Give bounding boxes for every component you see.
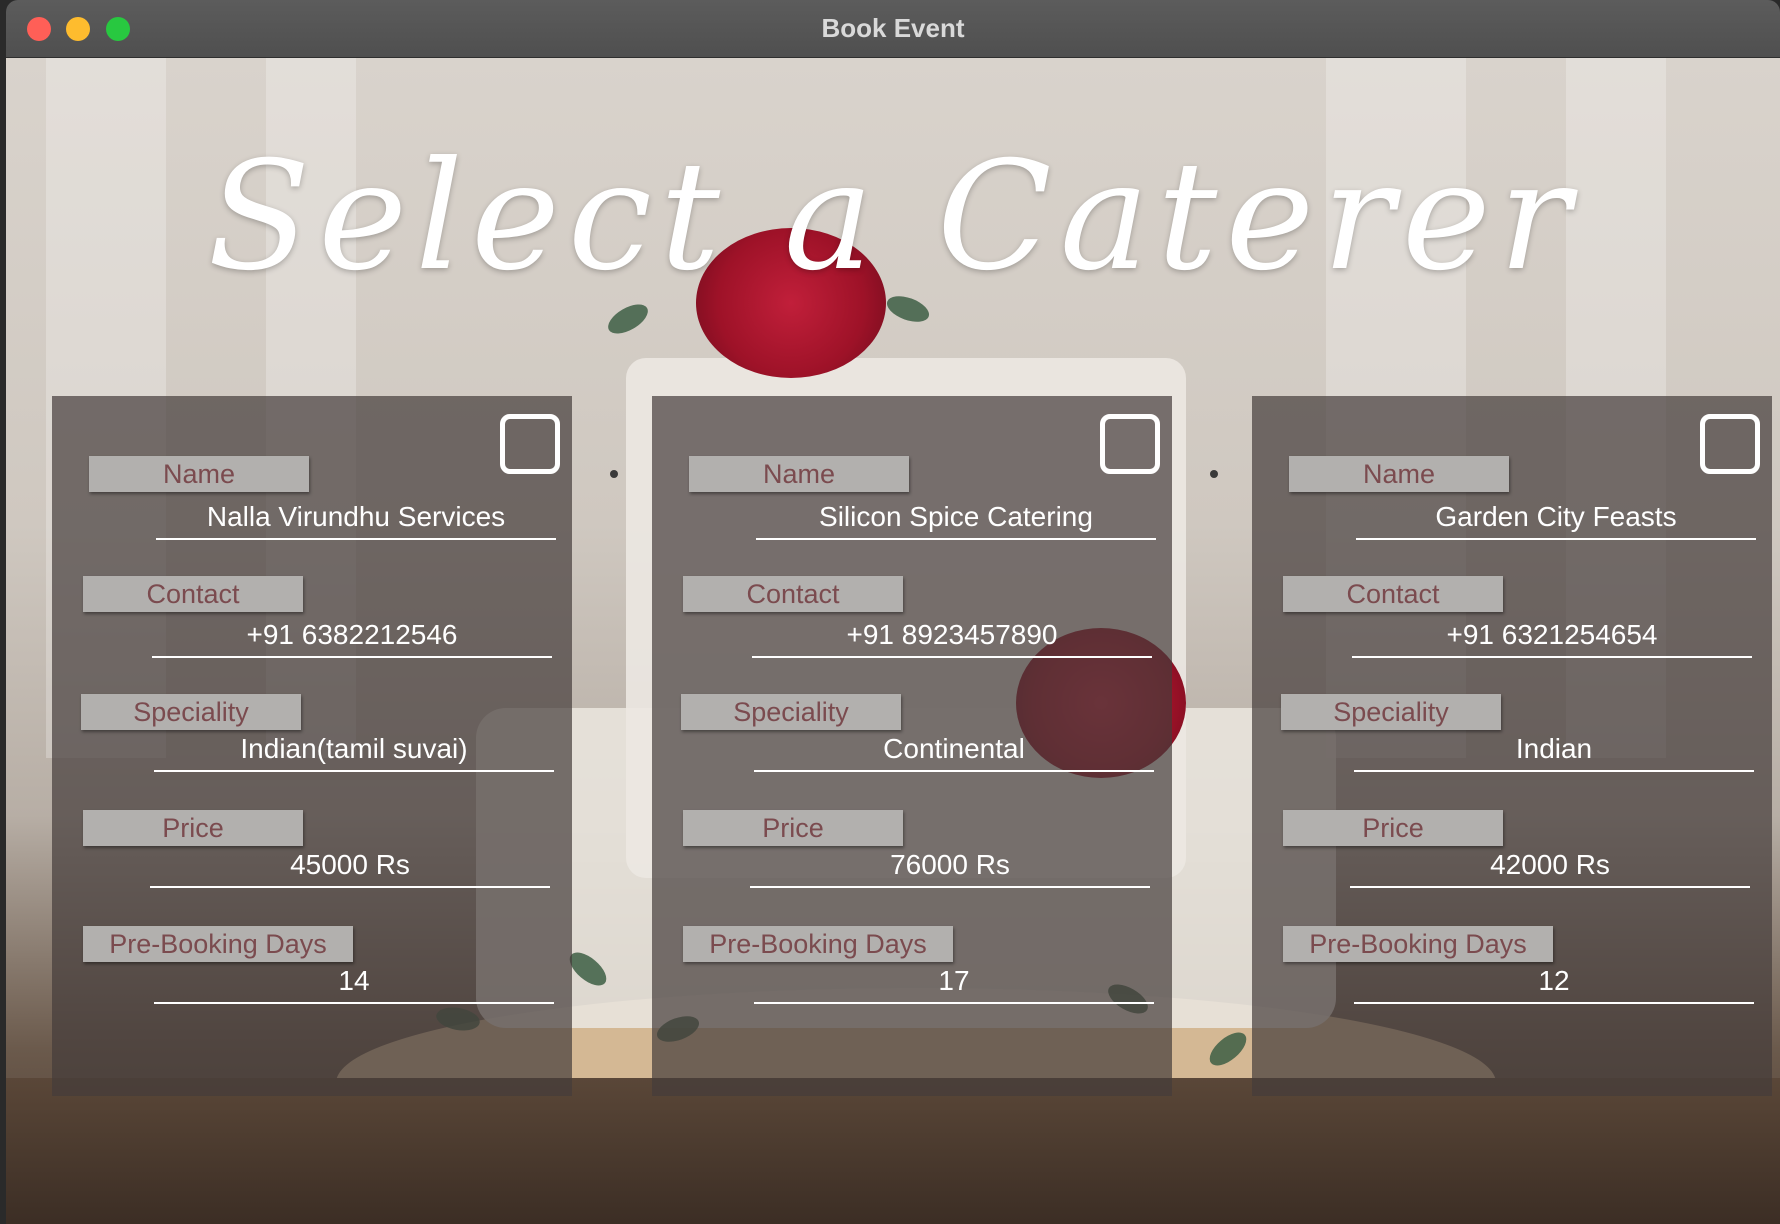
caterer-name: Nalla Virundhu Services: [156, 496, 556, 540]
speciality-label: Speciality: [681, 694, 901, 730]
name-label: Name: [1289, 456, 1509, 492]
prebooking-label: Pre-Booking Days: [83, 926, 353, 962]
caterer-name: Garden City Feasts: [1356, 496, 1756, 540]
price-label: Price: [83, 810, 303, 846]
title-bar: Book Event: [6, 0, 1780, 58]
caterer-speciality: Continental: [754, 728, 1154, 772]
speciality-label: Speciality: [81, 694, 301, 730]
caterer-name: Silicon Spice Catering: [756, 496, 1156, 540]
separator-dot: [610, 470, 618, 478]
contact-label: Contact: [683, 576, 903, 612]
contact-label: Contact: [83, 576, 303, 612]
caterer-prebooking-days: 14: [154, 960, 554, 1004]
caterer-speciality: Indian: [1354, 728, 1754, 772]
caterer-contact: +91 8923457890: [752, 614, 1152, 658]
app-window: Book Event Select a Caterer Name Nalla V…: [6, 0, 1780, 1224]
caterer-card: Name Nalla Virundhu Services Contact +91…: [52, 396, 572, 1096]
caterer-price: 76000 Rs: [750, 844, 1150, 888]
name-label: Name: [689, 456, 909, 492]
caterer-card: Name Garden City Feasts Contact +91 6321…: [1252, 396, 1772, 1096]
price-label: Price: [683, 810, 903, 846]
contact-label: Contact: [1283, 576, 1503, 612]
prebooking-label: Pre-Booking Days: [1283, 926, 1553, 962]
caterer-prebooking-days: 12: [1354, 960, 1754, 1004]
prebooking-label: Pre-Booking Days: [683, 926, 953, 962]
select-caterer-checkbox[interactable]: [1100, 414, 1160, 474]
caterer-price: 45000 Rs: [150, 844, 550, 888]
separator-dot: [1210, 470, 1218, 478]
caterer-contact: +91 6321254654: [1352, 614, 1752, 658]
select-caterer-checkbox[interactable]: [500, 414, 560, 474]
speciality-label: Speciality: [1281, 694, 1501, 730]
caterer-speciality: Indian(tamil suvai): [154, 728, 554, 772]
name-label: Name: [89, 456, 309, 492]
caterer-price: 42000 Rs: [1350, 844, 1750, 888]
caterer-card: Name Silicon Spice Catering Contact +91 …: [652, 396, 1172, 1096]
price-label: Price: [1283, 810, 1503, 846]
select-caterer-checkbox[interactable]: [1700, 414, 1760, 474]
caterer-prebooking-days: 17: [754, 960, 1154, 1004]
window-title: Book Event: [821, 13, 965, 43]
page-heading: Select a Caterer: [207, 130, 1579, 304]
caterer-contact: +91 6382212546: [152, 614, 552, 658]
